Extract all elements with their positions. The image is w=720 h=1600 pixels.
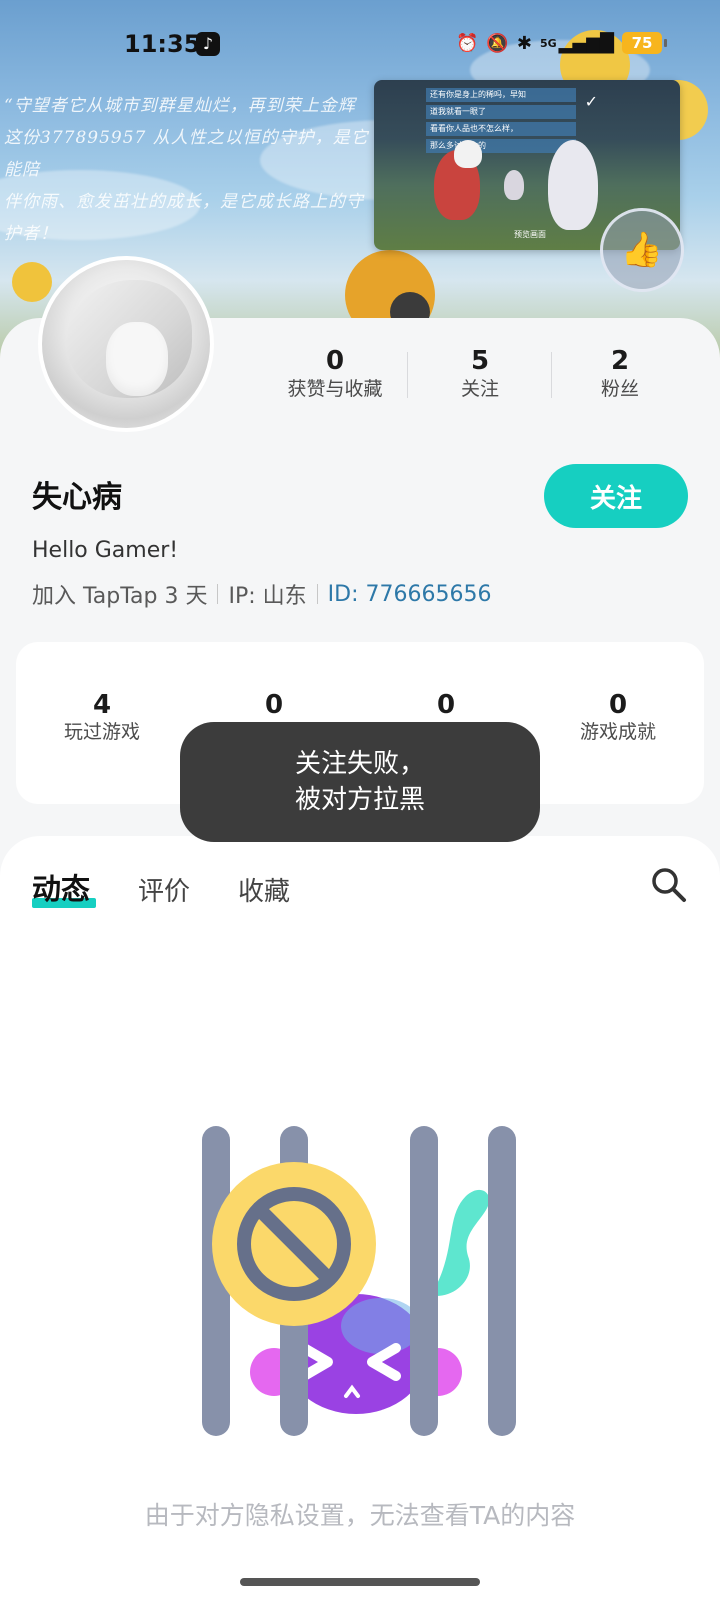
tab-reviews[interactable]: 评价 [138, 871, 190, 908]
game-stat-value: 4 [92, 690, 112, 720]
pip-controls: ✓ [585, 92, 598, 111]
status-bar: 11:35 ♪ ⏰ 🔕 ✱ 5G ▂▄▆█ 75 [0, 22, 720, 66]
stat-value: 0 [325, 346, 345, 376]
calligraphy-line: 护者！ [4, 224, 58, 244]
username: 失心病 [32, 480, 122, 515]
thumbs-up-icon[interactable]: 👍 [600, 208, 684, 292]
game-stat-value: 0 [264, 690, 284, 720]
toast-line: 关注失败， [294, 749, 425, 779]
mute-icon: 🔕 [486, 32, 509, 54]
pip-chat-line: 还有你是身上的稀吗，早知 [426, 88, 576, 102]
pip-chat: 还有你是身上的稀吗，早知 道我就看一眼了 看看你人品也不怎么样， 那么多讨厌你的 [426, 88, 576, 156]
stat-likes[interactable]: 0 获赞与收藏 [270, 344, 400, 400]
pip-chat-line: 那么多讨厌你的 [426, 139, 576, 153]
stat-value: 2 [610, 346, 630, 376]
calligraphy-line: 这份377895957 从人性之以恒的守护，是它能陪 [4, 128, 369, 180]
ip-location: IP: 山东 [228, 584, 307, 609]
pip-character [454, 140, 482, 168]
pip-chat-line: 看看你人品也不怎么样， [426, 122, 576, 136]
profile-bio: Hello Gamer! [32, 538, 179, 563]
content-panel: 动态 评价 收藏 由于对方隐私设置，无法查看TA的内容 [0, 836, 720, 1600]
game-stat-played[interactable]: 4 玩过游戏 [32, 690, 172, 744]
blocked-icon [202, 1126, 516, 1436]
user-id-link[interactable]: ID: 776665656 [328, 582, 492, 607]
pip-chat-line: 道我就看一眼了 [426, 105, 576, 119]
banner-flower [12, 262, 52, 302]
tiktok-icon: ♪ [196, 32, 220, 56]
game-stat-achievements[interactable]: 0 游戏成就 [548, 690, 688, 744]
meta-divider [316, 584, 318, 604]
profile-stats: 0 获赞与收藏 5 关注 2 粉丝 [270, 344, 690, 410]
home-indicator[interactable] [240, 1578, 480, 1586]
creature-tail [436, 1189, 490, 1296]
empty-state-message: 由于对方隐私设置，无法查看TA的内容 [144, 1501, 576, 1530]
follow-button[interactable]: 关注 [544, 464, 688, 528]
toast-message: 关注失败， 被对方拉黑 [180, 722, 540, 842]
tab-posts[interactable]: 动态 [32, 866, 97, 908]
status-icons: ⏰ 🔕 ✱ 5G ▂▄▆█ 75 [456, 32, 667, 54]
signal-icon: ▂▄▆█ [558, 32, 614, 54]
stat-followers[interactable]: 2 粉丝 [550, 344, 690, 400]
game-stat-value: 0 [608, 690, 628, 720]
profile-tabs: 动态 评价 收藏 [32, 866, 290, 908]
game-stat-label: 游戏成就 [579, 721, 656, 743]
creature-body-highlight [341, 1298, 421, 1354]
pip-check-icon[interactable]: ✓ [585, 92, 598, 111]
alarm-icon: ⏰ [456, 32, 479, 54]
calligraphy-line: “守望者它从城市到群星灿烂，再到荣上金辉 [4, 96, 356, 116]
game-stat-value: 0 [436, 690, 456, 720]
game-stat-3[interactable]: 0 [376, 690, 516, 720]
pip-caption: 预览画面 [514, 230, 546, 239]
stat-value: 5 [470, 346, 490, 376]
cage-bar [410, 1126, 438, 1436]
battery-icon: 75 [622, 32, 667, 54]
banner-calligraphy: “守望者它从城市到群星灿烂，再到荣上金辉 这份377895957 从人性之以恒的… [0, 90, 380, 250]
pip-character [504, 170, 524, 200]
bluetooth-icon: ✱ [516, 32, 532, 54]
battery-level: 75 [631, 34, 653, 52]
toast-line: 被对方拉黑 [294, 785, 425, 815]
stat-divider [407, 352, 408, 398]
pip-character [548, 140, 598, 230]
join-info: 加入 TapTap 3 天 [32, 584, 208, 609]
avatar-face [106, 322, 168, 396]
status-time: 11:35 [124, 30, 201, 58]
stat-label: 关注 [460, 378, 499, 400]
profile-meta: 加入 TapTap 3 天 IP: 山东 ID: 776665656 [32, 578, 491, 610]
app-root: “守望者它从城市到群星灿烂，再到荣上金辉 这份377895957 从人性之以恒的… [0, 0, 720, 1600]
meta-divider [217, 584, 219, 604]
avatar[interactable] [38, 256, 214, 432]
tab-collections[interactable]: 收藏 [238, 871, 290, 908]
stat-following[interactable]: 5 关注 [410, 344, 550, 400]
search-icon[interactable] [648, 864, 688, 904]
stat-label: 粉丝 [600, 378, 639, 400]
calligraphy-line: 伴你雨、愈发茁壮的成长，是它成长路上的守 [4, 192, 364, 212]
network-label: 5G [539, 36, 557, 50]
game-stat-label: 玩过游戏 [63, 721, 140, 743]
game-stat-2[interactable]: 0 [204, 690, 344, 720]
cage-bar [488, 1126, 516, 1436]
stat-label: 获赞与收藏 [287, 378, 383, 400]
